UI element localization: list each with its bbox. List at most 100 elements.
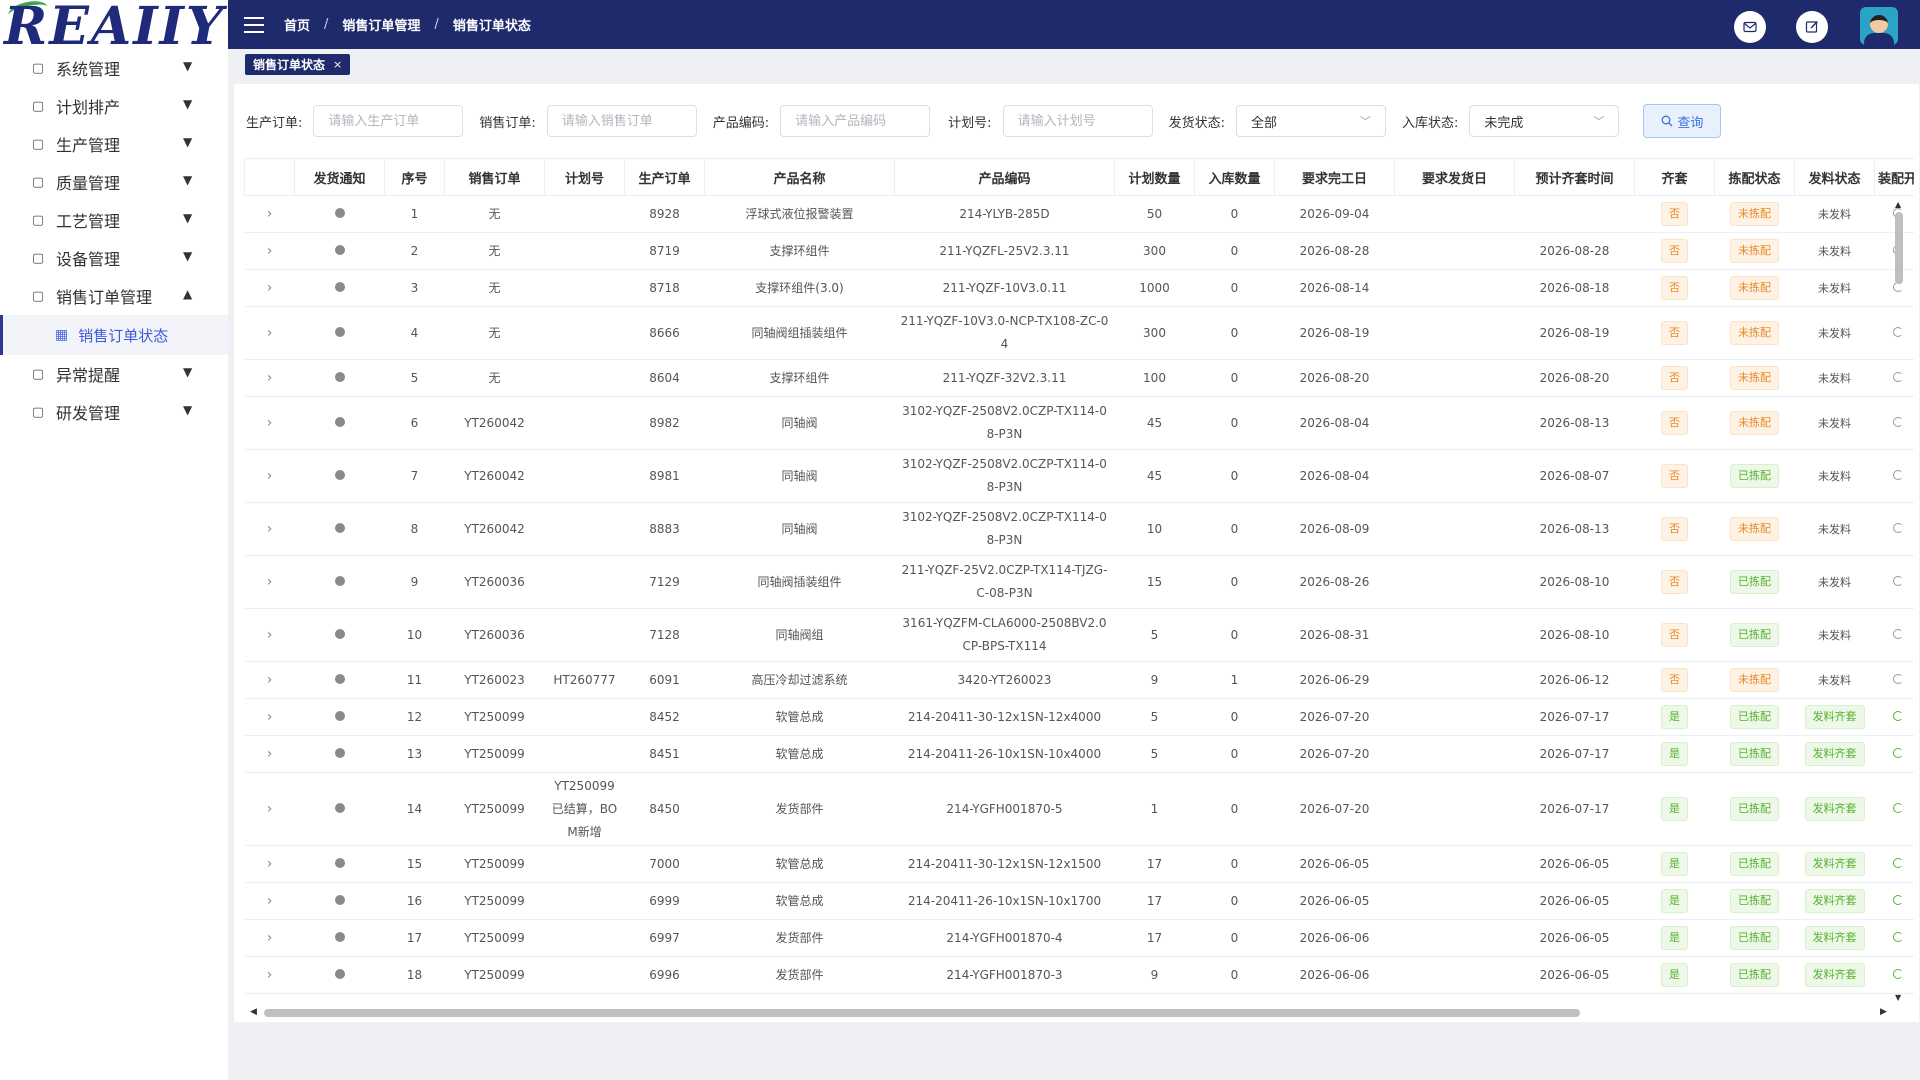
column-header[interactable]: 产品编码 <box>894 158 1115 196</box>
tag-close-icon[interactable]: × <box>333 58 342 71</box>
expand-cell[interactable]: › <box>244 772 295 846</box>
vertical-scrollbar[interactable]: ▲ ▼ <box>1895 200 1903 1002</box>
column-header[interactable]: 产品名称 <box>704 158 895 196</box>
chevron-right-icon[interactable]: › <box>267 325 273 341</box>
expand-cell[interactable]: › <box>244 735 295 773</box>
table-row[interactable]: › 19YP260014 8349反冲滚筒排屑过滤系统电气图214-YP260014… <box>244 993 1914 1006</box>
table-row[interactable]: › 18 YT250099 6996 发货部件 214-YGFH001870-3 9 0 202… <box>244 956 1914 994</box>
sidebar-item[interactable]: ▢ 研发管理 ▼ <box>0 393 228 431</box>
table-row[interactable]: › 6 YT260042 8982 同轴阀 3102-YQZF-2508V2.0CZP-T… <box>244 396 1914 450</box>
table-row[interactable]: › 10 YT260036 7128 同轴阀组 3161-YQZFM-CLA6000-25… <box>244 608 1914 662</box>
scroll-up-icon[interactable]: ▲ <box>1895 200 1901 209</box>
column-header[interactable]: 计划数量 <box>1114 158 1195 196</box>
chevron-right-icon[interactable]: › <box>267 243 273 259</box>
chevron-right-icon[interactable]: › <box>267 627 273 643</box>
breadcrumb-home[interactable]: 首页 <box>284 15 310 34</box>
table-row[interactable]: › 15 YT250099 7000 软管总成 214-20411-30-12x1SN-1… <box>244 845 1914 883</box>
chevron-right-icon[interactable]: › <box>267 967 273 983</box>
scroll-left-icon[interactable]: ◀ <box>250 1007 257 1017</box>
column-header[interactable]: 发料状态 <box>1794 158 1875 196</box>
column-header[interactable]: 要求发货日 <box>1394 158 1515 196</box>
expand-cell[interactable]: › <box>244 919 295 957</box>
column-header[interactable]: 计划号 <box>544 158 625 196</box>
column-header[interactable]: 发货通知 <box>294 158 385 196</box>
table-row[interactable]: › 13 YT250099 8451 软管总成 214-20411-26-10x1SN-1… <box>244 735 1914 773</box>
table-row[interactable]: › 3 无 8718 支撑环组件(3.0) 211-YQZF-10V3.0.11 1000 0… <box>244 269 1914 307</box>
sidebar-item[interactable]: ▢ 系统管理 ▼ <box>0 49 228 87</box>
table-row[interactable]: › 7 YT260042 8981 同轴阀 3102-YQZF-2508V2.0CZP-T… <box>244 449 1914 503</box>
scroll-right-icon[interactable]: ▶ <box>1880 1007 1887 1017</box>
table-row[interactable]: › 4 无 8666 同轴阀组插装组件 211-YQZF-10V3.0-NCP-TX108… <box>244 306 1914 360</box>
stock-status-select[interactable]: 未完成 ﹀ <box>1469 105 1620 137</box>
plan-no-input[interactable] <box>1002 105 1153 137</box>
table-row[interactable]: › 17 YT250099 6997 发货部件 214-YGFH001870-4 17 0 20… <box>244 919 1914 957</box>
breadcrumb-sales-order-management[interactable]: 销售订单管理 <box>342 15 420 34</box>
sidebar-item[interactable]: ▢ 异常提醒 ▼ <box>0 355 228 393</box>
chevron-right-icon[interactable]: › <box>267 672 273 688</box>
column-header[interactable]: 生产订单 <box>624 158 705 196</box>
chevron-right-icon[interactable]: › <box>267 415 273 431</box>
chevron-right-icon[interactable]: › <box>267 801 273 817</box>
chevron-right-icon[interactable]: › <box>267 370 273 386</box>
chevron-right-icon[interactable]: › <box>267 930 273 946</box>
expand-cell[interactable]: › <box>244 359 295 397</box>
column-header[interactable]: 预计齐套时间 <box>1514 158 1635 196</box>
expand-cell[interactable]: › <box>244 845 295 883</box>
expand-cell[interactable]: › <box>244 449 295 503</box>
sidebar-subitem-sales-order-status[interactable]: ▦ 销售订单状态 <box>0 315 228 355</box>
expand-cell[interactable]: › <box>244 882 295 920</box>
ship-status-select[interactable]: 全部 ﹀ <box>1235 105 1386 137</box>
sidebar-item[interactable]: ▢ 设备管理 ▼ <box>0 239 228 277</box>
chevron-right-icon[interactable]: › <box>267 521 273 537</box>
table-row[interactable]: › 9 YT260036 7129 同轴阀插装组件 211-YQZF-25V2.0CZP-… <box>244 555 1914 609</box>
edit-icon[interactable] <box>1796 11 1828 43</box>
horizontal-scrollbar[interactable]: ◀ ▶ <box>250 1007 1890 1017</box>
user-avatar[interactable] <box>1860 7 1898 45</box>
column-header[interactable]: 销售订单 <box>444 158 545 196</box>
scroll-down-icon[interactable]: ▼ <box>1895 993 1901 1002</box>
expand-cell[interactable]: › <box>244 555 295 609</box>
table-row[interactable]: › 5 无 8604 支撑环组件 211-YQZF-32V2.3.11 100 0 2026-0… <box>244 359 1914 397</box>
sidebar-item[interactable]: ▢ 销售订单管理 ▲ <box>0 277 228 315</box>
message-icon[interactable] <box>1734 11 1766 43</box>
table-row[interactable]: › 2 无 8719 支撑环组件 211-YQZFL-25V2.3.11 300 0 2026-… <box>244 232 1914 270</box>
column-header[interactable]: 装配开 <box>1874 158 1914 196</box>
table-row[interactable]: › 16 YT250099 6999 软管总成 214-20411-26-10x1SN-1… <box>244 882 1914 920</box>
expand-cell[interactable]: › <box>244 269 295 307</box>
query-button[interactable]: 查询 <box>1643 104 1722 138</box>
table-row[interactable]: › 8 YT260042 8883 同轴阀 3102-YQZF-2508V2.0CZP-T… <box>244 502 1914 556</box>
expand-cell[interactable]: › <box>244 195 295 233</box>
sidebar-item[interactable]: ▢ 质量管理 ▼ <box>0 163 228 201</box>
table-row[interactable]: › 1 无 8928 浮球式液位报警装置 214-YLYB-285D 50 0 2026-09-… <box>244 195 1914 233</box>
menu-toggle-icon[interactable] <box>244 16 264 33</box>
horizontal-scroll-thumb[interactable] <box>264 1009 1580 1017</box>
column-header[interactable]: 齐套 <box>1634 158 1715 196</box>
chevron-right-icon[interactable]: › <box>267 574 273 590</box>
column-header[interactable]: 入库数量 <box>1194 158 1275 196</box>
chevron-right-icon[interactable]: › <box>267 856 273 872</box>
expand-cell[interactable]: › <box>244 698 295 736</box>
expand-cell[interactable]: › <box>244 306 295 360</box>
column-header[interactable]: 序号 <box>384 158 445 196</box>
expand-cell[interactable]: › <box>244 993 295 1006</box>
expand-cell[interactable]: › <box>244 502 295 556</box>
chevron-right-icon[interactable]: › <box>267 468 273 484</box>
tag-sales-order-status[interactable]: 销售订单状态 × <box>245 54 351 75</box>
product-code-input[interactable] <box>780 105 931 137</box>
production-order-input[interactable] <box>313 105 464 137</box>
expand-cell[interactable]: › <box>244 608 295 662</box>
expand-cell[interactable]: › <box>244 956 295 994</box>
sidebar-item[interactable]: ▢ 生产管理 ▼ <box>0 125 228 163</box>
sidebar-item[interactable]: ▢ 工艺管理 ▼ <box>0 201 228 239</box>
column-header[interactable]: 拣配状态 <box>1714 158 1795 196</box>
chevron-right-icon[interactable]: › <box>267 206 273 222</box>
expand-cell[interactable]: › <box>244 232 295 270</box>
vertical-scroll-thumb[interactable] <box>1895 212 1903 284</box>
column-header[interactable]: 要求完工日 <box>1274 158 1395 196</box>
chevron-right-icon[interactable]: › <box>267 709 273 725</box>
table-row[interactable]: › 11 YT260023 HT260777 6091 高压冷却过滤系统 3420-YT26… <box>244 661 1914 699</box>
table-row[interactable]: › 14 YT250099 YT250099已结算，BOM新增 8450 发货部件 214-… <box>244 772 1914 846</box>
chevron-right-icon[interactable]: › <box>267 280 273 296</box>
chevron-right-icon[interactable]: › <box>267 746 273 762</box>
expand-cell[interactable]: › <box>244 661 295 699</box>
